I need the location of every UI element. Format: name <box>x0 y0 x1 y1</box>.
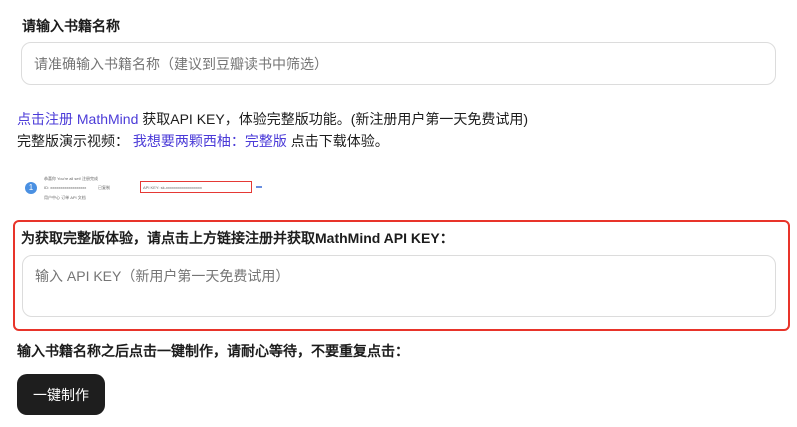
register-text: 获取API KEY，体验完整版功能。(新注册用户第一天免费试用) <box>138 111 529 127</box>
thumb-line-1: 恭喜你 You're all set! 注册完成 <box>44 176 98 181</box>
thumb-copied: 已复制 <box>98 185 110 190</box>
register-line: 点击注册 MathMind 获取API KEY，体验完整版功能。(新注册用户第一… <box>17 109 528 129</box>
video-line: 完整版演示视频： 我想要两颗西柚：完整版 点击下载体验。 <box>17 131 389 151</box>
thumb-line-3: 用户中心 订单 API 文档 <box>44 195 86 200</box>
register-link[interactable]: 点击注册 MathMind <box>17 111 138 127</box>
book-name-input[interactable] <box>21 42 776 85</box>
video-link-grapefruit[interactable]: 我想要两颗西柚 <box>133 133 231 149</box>
thumb-api-key: API KEY: sk-xxxxxxxxxxxxxxxxxx <box>143 185 202 190</box>
make-instruction-label: 输入书籍名称之后点击一键制作，请耐心等待，不要重复点击： <box>17 343 409 359</box>
thumb-copy-link <box>256 186 262 188</box>
video-link-full-version[interactable]: 完整版 <box>245 133 287 149</box>
video-suffix: 点击下载体验。 <box>286 133 389 149</box>
api-key-label: 为获取完整版体验，请点击上方链接注册并获取MathMind API KEY： <box>21 230 454 246</box>
page: 请输入书籍名称 点击注册 MathMind 获取API KEY，体验完整版功能。… <box>0 0 797 427</box>
video-prefix: 完整版演示视频： <box>17 133 129 149</box>
video-separator: ： <box>230 133 245 149</box>
one-click-make-button[interactable]: 一键制作 <box>17 374 105 415</box>
registration-screenshot-image: 1 恭喜你 You're all set! 注册完成 ID: xxxxxxxxx… <box>22 176 262 202</box>
book-name-label: 请输入书籍名称 <box>22 18 120 34</box>
step-number: 1 <box>25 182 37 194</box>
thumb-id: ID: xxxxxxxxxxxxxxxxxx <box>44 185 87 190</box>
api-key-input[interactable] <box>22 255 776 317</box>
